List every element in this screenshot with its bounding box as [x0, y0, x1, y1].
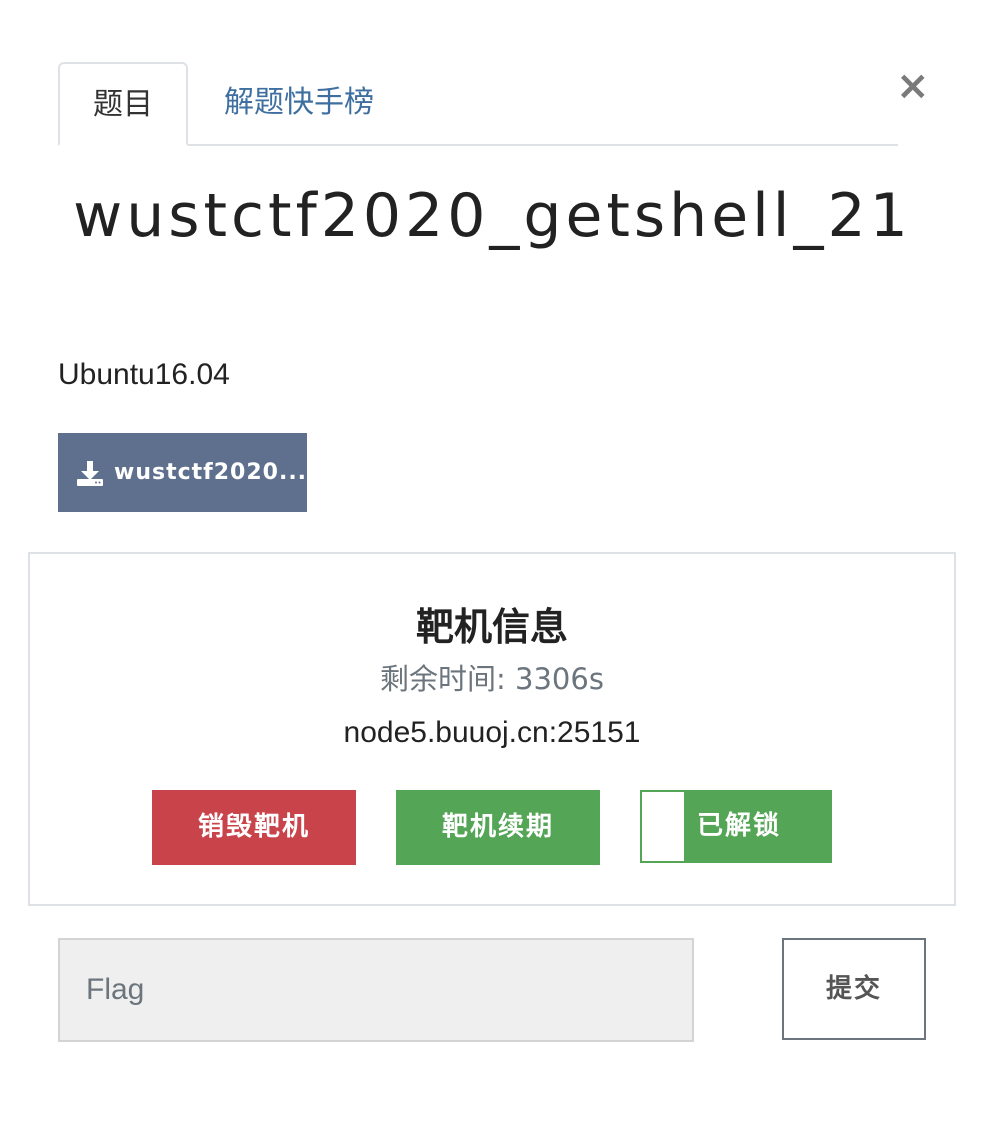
target-info-panel: 靶机信息 剩余时间: 3306s node5.buuoj.cn:25151 销毁… — [28, 552, 956, 906]
download-attachment-button[interactable]: wustctf2020... — [58, 433, 307, 512]
download-icon — [77, 460, 103, 486]
submit-button[interactable]: 提交 — [782, 938, 926, 1040]
unlocked-label: 已解锁 — [696, 811, 781, 841]
remaining-time-label: 剩余时间: — [380, 662, 506, 696]
tab-challenge[interactable]: 题目 — [58, 62, 188, 146]
tab-solver-leaderboard[interactable]: 解题快手榜 — [224, 62, 374, 144]
destroy-target-button[interactable]: 销毁靶机 — [152, 790, 356, 865]
unlocked-toggle[interactable]: 已解锁 — [640, 790, 832, 863]
challenge-description: Ubuntu16.04 — [58, 358, 230, 391]
tab-bar: 题目 解题快手榜 — [58, 62, 898, 146]
remaining-time-value: 3306s — [515, 662, 604, 696]
target-address: node5.buuoj.cn:25151 — [343, 716, 641, 749]
toggle-knob — [642, 792, 684, 861]
target-info-heading: 靶机信息 — [415, 605, 568, 649]
remaining-time: 剩余时间: 3306s — [30, 656, 954, 698]
renew-target-button[interactable]: 靶机续期 — [396, 790, 600, 865]
flag-input[interactable] — [58, 938, 694, 1042]
close-button[interactable]: × — [896, 63, 930, 109]
close-icon[interactable]: × — [896, 63, 930, 109]
download-label: wustctf2020... — [114, 460, 308, 485]
challenge-title: wustctf2020_getshell_21 — [73, 181, 912, 251]
